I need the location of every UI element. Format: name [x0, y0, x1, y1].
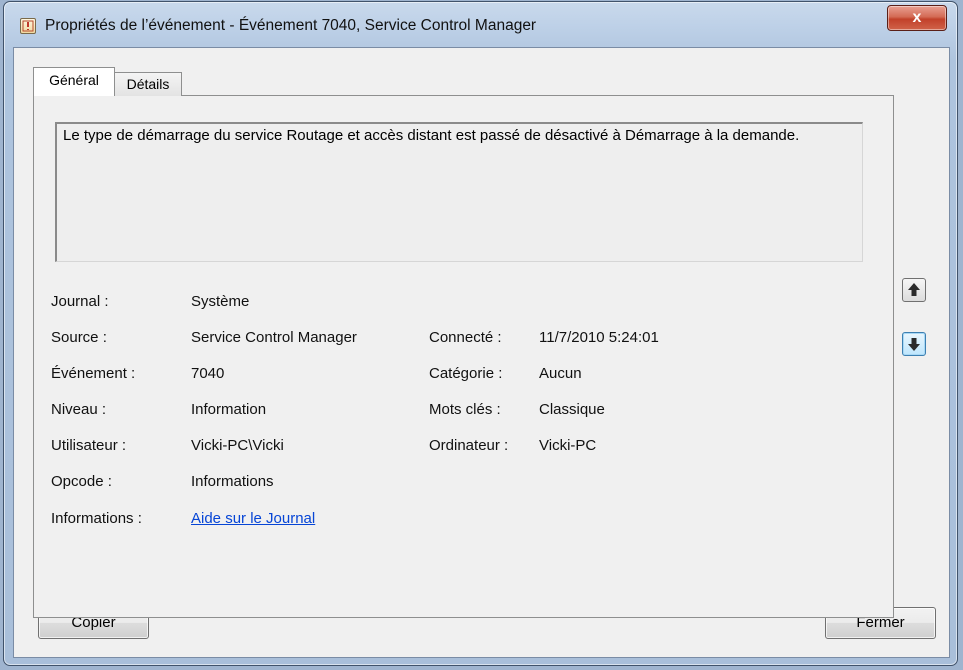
connecte-value: 11/7/2010 5:24:01 — [539, 329, 659, 346]
source-value: Service Control Manager — [191, 329, 357, 346]
event-description[interactable]: Le type de démarrage du service Routage … — [55, 122, 863, 262]
general-tab-panel: Le type de démarrage du service Routage … — [33, 95, 894, 618]
ordinateur-label: Ordinateur : — [429, 437, 509, 454]
mots-cles-value: Classique — [539, 401, 605, 418]
utilisateur-value: Vicki-PC\Vicki — [191, 437, 284, 454]
evenement-value: 7040 — [191, 365, 225, 382]
opcode-label: Opcode : — [51, 473, 112, 490]
tab-general[interactable]: Général — [33, 67, 115, 96]
next-event-button[interactable] — [902, 332, 926, 356]
close-window-button[interactable]: x — [887, 5, 947, 31]
event-properties-window: Propriétés de l’événement - Événement 70… — [3, 1, 958, 666]
source-label: Source : — [51, 329, 107, 346]
journal-value: Système — [191, 293, 250, 310]
dialog-client-area: Général Détails Le type de démarrage du … — [13, 47, 950, 658]
event-viewer-icon — [20, 18, 36, 34]
evenement-label: Événement : — [51, 365, 136, 382]
title-bar[interactable]: Propriétés de l’événement - Événement 70… — [4, 2, 957, 48]
previous-event-button[interactable] — [902, 278, 926, 302]
opcode-value: Informations — [191, 473, 274, 490]
categorie-value: Aucun — [539, 365, 582, 382]
utilisateur-label: Utilisateur : — [51, 437, 127, 454]
niveau-value: Information — [191, 401, 267, 418]
arrow-down-icon — [908, 338, 920, 351]
window-title: Propriétés de l’événement - Événement 70… — [45, 17, 537, 34]
close-icon: x — [912, 9, 922, 26]
tab-details[interactable]: Détails — [114, 72, 182, 96]
ordinateur-value: Vicki-PC — [539, 437, 597, 454]
categorie-label: Catégorie : — [429, 365, 503, 382]
mots-cles-label: Mots clés : — [429, 401, 501, 418]
connecte-label: Connecté : — [429, 329, 502, 346]
journal-help-link[interactable]: Aide sur le Journal — [191, 510, 315, 527]
journal-label: Journal : — [51, 293, 109, 310]
informations-label: Informations : — [51, 510, 142, 527]
niveau-label: Niveau : — [51, 401, 107, 418]
arrow-up-icon — [908, 283, 920, 296]
